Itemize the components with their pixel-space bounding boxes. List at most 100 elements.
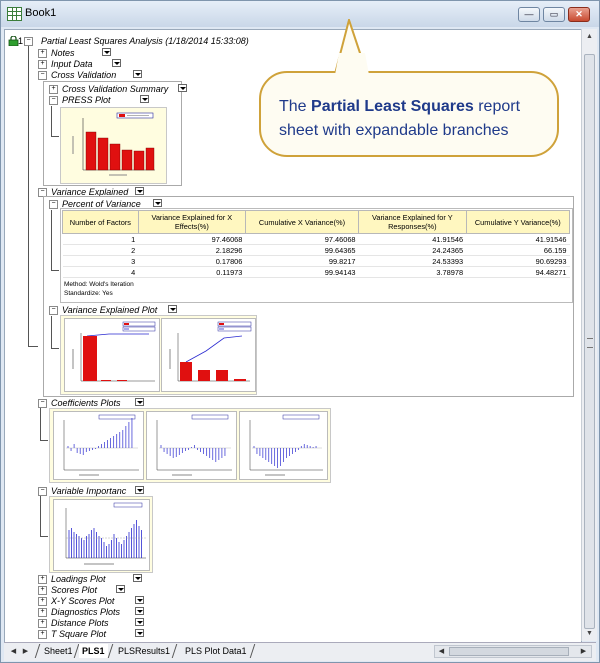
variance-explained-plot-dropdown[interactable] (168, 305, 177, 313)
tab-divider (107, 644, 114, 658)
expand-diagnostics-plots-toggle[interactable]: + (38, 608, 47, 617)
table-cell: 99.94143 (245, 266, 359, 278)
standardize-note: Standardize: Yes (64, 290, 113, 297)
collapse-variable-importance-toggle[interactable]: − (38, 487, 47, 496)
vertical-scrollbar[interactable]: ▲ ▼ (581, 29, 597, 641)
press-plot-branch[interactable]: PRESS Plot (62, 95, 111, 105)
collapse-coefficients-plots-toggle[interactable]: − (38, 399, 47, 408)
table-row: 1 97.46068 97.46068 41.91546 41.91546 (62, 233, 570, 245)
scroll-right-arrow[interactable]: ▶ (578, 646, 589, 657)
distance-plots-branch[interactable]: Distance Plots (51, 618, 109, 628)
press-plot-thumbnail[interactable] (60, 107, 167, 184)
horizontal-scrollbar[interactable]: ◀ ▶ (434, 645, 592, 658)
root-branch-title[interactable]: Partial Least Squares Analysis (1/18/201… (41, 36, 249, 46)
root-index: 1 (18, 36, 24, 46)
tab-sheet1[interactable]: Sheet1 (41, 644, 76, 658)
table-cell: 99.64365 (245, 244, 359, 256)
loadings-plot-dropdown[interactable] (133, 574, 142, 582)
next-sheet-arrow[interactable]: ▶ (20, 646, 31, 657)
coefficients-graph-3 (239, 411, 328, 480)
tab-pls-plot-data1[interactable]: PLS Plot Data1 (182, 644, 250, 658)
collapse-root-toggle[interactable]: − (24, 37, 33, 46)
cross-validation-dropdown[interactable] (133, 70, 142, 78)
expand-distance-plots-toggle[interactable]: + (38, 619, 47, 628)
scores-plot-branch[interactable]: Scores Plot (51, 585, 97, 595)
expand-scores-plot-toggle[interactable]: + (38, 586, 47, 595)
prev-sheet-arrow[interactable]: ◀ (8, 646, 19, 657)
loadings-plot-branch[interactable]: Loadings Plot (51, 574, 106, 584)
tab-plsresults1[interactable]: PLSResults1 (115, 644, 173, 658)
scroll-left-arrow[interactable]: ◀ (436, 646, 447, 657)
distance-plots-dropdown[interactable] (135, 618, 144, 626)
variance-explained-plot-branch[interactable]: Variance Explained Plot (62, 305, 157, 315)
table-cell: 2.18296 (138, 244, 246, 256)
maximize-button[interactable]: ▭ (543, 7, 565, 22)
variable-importance-thumbnail[interactable] (49, 496, 153, 573)
expand-cv-summary-toggle[interactable]: + (49, 85, 58, 94)
table-cell: 90.69293 (466, 255, 570, 267)
variance-explained-dropdown[interactable] (135, 187, 144, 195)
xy-scores-plot-dropdown[interactable] (135, 596, 144, 604)
notes-dropdown[interactable] (102, 48, 111, 56)
scroll-thumb[interactable] (584, 54, 595, 629)
xy-scores-plot-branch[interactable]: X-Y Scores Plot (51, 596, 114, 606)
collapse-variance-explained-plot-toggle[interactable]: − (49, 306, 58, 315)
title-bar[interactable]: Book1 — ▭ ✕ (1, 1, 599, 27)
diagnostics-plots-dropdown[interactable] (135, 607, 144, 615)
t-square-plot-dropdown[interactable] (135, 629, 144, 637)
minimize-button[interactable]: — (518, 7, 540, 22)
scores-plot-dropdown[interactable] (116, 585, 125, 593)
variance-explained-plot-thumbnail[interactable] (60, 315, 257, 395)
coefficients-plots-dropdown[interactable] (135, 398, 144, 406)
notes-branch[interactable]: Notes (51, 48, 75, 58)
column-header: Variance Explained for Y Responses(%) (358, 210, 467, 234)
horizontal-scroll-thumb[interactable] (449, 647, 569, 656)
callout-text: The Partial Least Squares report sheet w… (279, 95, 549, 143)
press-plot-dropdown[interactable] (140, 95, 149, 103)
collapse-cross-validation-toggle[interactable]: − (38, 71, 47, 80)
cv-summary-branch[interactable]: Cross Validation Summary (62, 84, 168, 94)
collapse-press-plot-toggle[interactable]: − (49, 96, 58, 105)
expand-loadings-plot-toggle[interactable]: + (38, 575, 47, 584)
window-title: Book1 (25, 7, 57, 19)
expand-t-square-plot-toggle[interactable]: + (38, 630, 47, 639)
y-variance-graph (161, 318, 256, 392)
diagnostics-plots-branch[interactable]: Diagnostics Plots (51, 607, 120, 617)
cv-summary-dropdown[interactable] (178, 84, 187, 92)
expand-input-data-toggle[interactable]: + (38, 60, 47, 69)
input-data-dropdown[interactable] (112, 59, 121, 67)
callout-bold: Partial Least Squares (311, 98, 474, 115)
tab-divider (249, 644, 256, 658)
close-button[interactable]: ✕ (568, 7, 590, 22)
table-cell: 24.24365 (358, 244, 467, 256)
table-cell: 3.78978 (358, 266, 467, 278)
expand-xy-scores-plot-toggle[interactable]: + (38, 597, 47, 606)
cross-validation-branch[interactable]: Cross Validation (51, 70, 116, 80)
variable-importance-dropdown[interactable] (135, 486, 144, 494)
expand-notes-toggle[interactable]: + (38, 49, 47, 58)
tab-pls1[interactable]: PLS1 (79, 644, 108, 658)
coefficients-plots-branch[interactable]: Coefficients Plots (51, 398, 121, 408)
collapse-percent-of-variance-toggle[interactable]: − (49, 200, 58, 209)
coefficients-plots-thumbnail[interactable] (49, 408, 331, 483)
table-cell: 0.11973 (138, 266, 246, 278)
table-cell: 0.17806 (138, 255, 246, 267)
tree-guide-line (40, 408, 41, 440)
x-variance-graph (64, 318, 160, 392)
variable-importance-graph (53, 499, 150, 571)
table-cell: 97.46068 (138, 233, 246, 245)
input-data-branch[interactable]: Input Data (51, 59, 93, 69)
percent-of-variance-dropdown[interactable] (153, 199, 162, 207)
variable-importance-branch[interactable]: Variable Importanc (51, 486, 126, 496)
table-cell: 3 (62, 255, 139, 267)
column-header: Number of Factors (62, 210, 139, 234)
t-square-plot-branch[interactable]: T Square Plot (51, 629, 106, 639)
scroll-grip (587, 338, 593, 348)
scroll-down-arrow[interactable]: ▼ (582, 626, 597, 641)
scroll-up-arrow[interactable]: ▲ (582, 29, 597, 44)
table-cell: 66.159 (466, 244, 570, 256)
callout-prefix: The (279, 98, 312, 115)
tree-guide-line (51, 348, 59, 349)
tree-guide-line (40, 496, 41, 536)
workbook-window: Book1 — ▭ ✕ 1 − Partial Least Squares An… (0, 0, 600, 663)
